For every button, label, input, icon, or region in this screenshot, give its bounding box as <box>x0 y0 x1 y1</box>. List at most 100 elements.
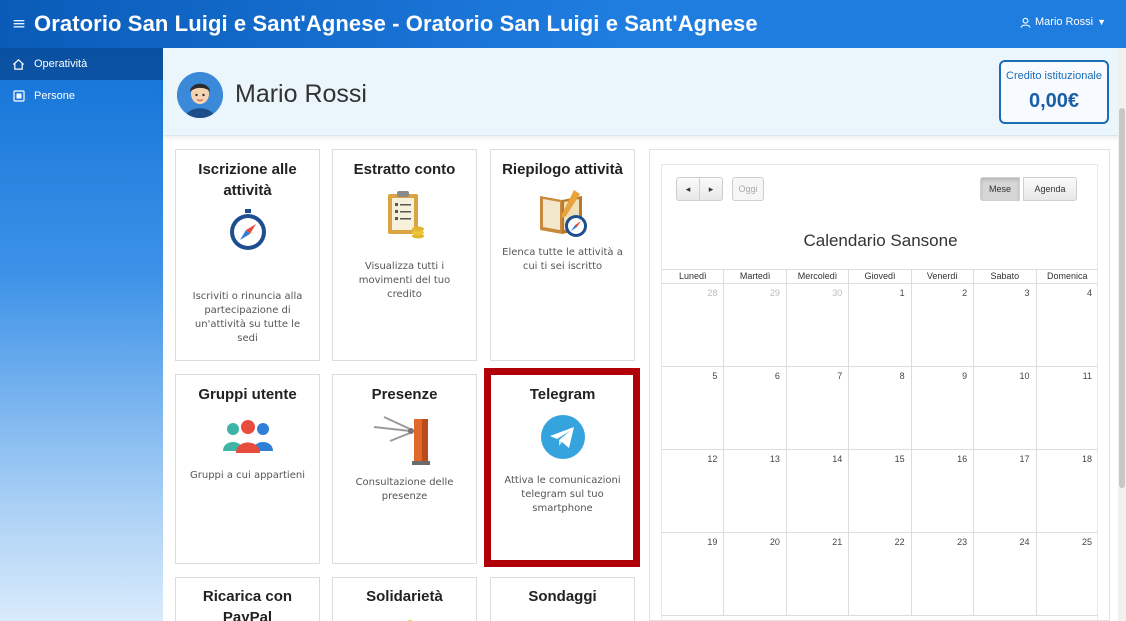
solidarity-icon <box>333 613 476 621</box>
calendar-week: 19 20 21 22 23 24 25 <box>662 533 1098 616</box>
sidebar-item-persone[interactable]: Persone <box>0 80 163 112</box>
weekday-label: Domenica <box>1035 270 1098 283</box>
tile-sondaggi[interactable]: Sondaggi <box>490 577 635 621</box>
tile-iscrizione[interactable]: Iscrizione alle attività Iscriviti o rin… <box>175 149 320 361</box>
tile-description: Consultazione delle presenze <box>355 477 454 502</box>
tile-title: Solidarietà <box>366 588 443 605</box>
clipboard-coins-icon <box>333 190 476 242</box>
menu-icon[interactable]: ≡ <box>0 14 34 34</box>
calendar-day[interactable]: 11 <box>1035 367 1098 449</box>
calendar-day[interactable]: 17 <box>973 450 1035 532</box>
user-icon <box>1020 17 1031 28</box>
caret-down-icon: ▼ <box>1097 17 1106 27</box>
compass-icon <box>176 209 319 251</box>
calendar-day[interactable]: 16 <box>910 450 973 532</box>
sidebar-item-operativita[interactable]: Operatività <box>0 48 163 80</box>
users-group-icon <box>176 417 319 455</box>
calendar-day[interactable]: 1 <box>848 284 910 366</box>
app-title: Oratorio San Luigi e Sant'Agnese - Orato… <box>34 11 758 36</box>
weekday-label: Sabato <box>973 270 1035 283</box>
month-view-button[interactable]: Mese <box>980 177 1020 201</box>
calendar-day[interactable]: 7 <box>785 367 848 449</box>
weekday-label: Venerdì <box>910 270 973 283</box>
calendar-day[interactable]: 12 <box>662 450 723 532</box>
tile-riepilogo[interactable]: Riepilogo attività Elenca tutte le attiv… <box>490 149 635 361</box>
calendar-day[interactable]: 23 <box>910 533 973 615</box>
user-menu-label: Mario Rossi <box>1035 16 1094 28</box>
tile-estratto-conto[interactable]: Estratto conto Visualizza tutti i movime… <box>332 149 477 361</box>
tile-description: Visualizza tutti i movimenti del tuo cre… <box>358 261 451 300</box>
tile-title: Presenze <box>371 386 438 403</box>
tile-title: Ricarica con PayPal <box>202 588 293 621</box>
calendar-day[interactable]: 29 <box>723 284 785 366</box>
tile-title: Gruppi utente <box>198 386 297 403</box>
calendar-day[interactable]: 10 <box>973 367 1035 449</box>
agenda-view-button[interactable]: Agenda <box>1023 177 1077 201</box>
calendar-day[interactable]: 13 <box>723 450 785 532</box>
tile-title: Riepilogo attività <box>502 161 623 178</box>
tile-telegram[interactable]: Telegram Attiva le comunicazioni telegra… <box>490 374 635 562</box>
calendar-day[interactable]: 8 <box>848 367 910 449</box>
tile-presenze[interactable]: Presenze Consultazione delle presenze <box>332 374 477 564</box>
calendar-panel: ◂ ▸ Oggi Mese Agenda Calendario Sansone … <box>649 149 1110 621</box>
calendar-day[interactable]: 4 <box>1035 284 1098 366</box>
calendar-day[interactable]: 15 <box>848 450 910 532</box>
calendar-day[interactable]: 20 <box>723 533 785 615</box>
calendar: ◂ ▸ Oggi Mese Agenda Calendario Sansone … <box>661 164 1098 621</box>
tile-ricarica-paypal[interactable]: Ricarica con PayPal <box>175 577 320 621</box>
calendar-day[interactable]: 14 <box>785 450 848 532</box>
user-menu[interactable]: Mario Rossi ▼ <box>1020 16 1106 28</box>
tile-title: Sondaggi <box>528 588 597 605</box>
weekday-header: Lunedì Martedì Mercoledì Giovedì Venerdì… <box>662 269 1098 284</box>
scrollbar[interactable] <box>1118 48 1126 621</box>
calendar-day[interactable]: 2 <box>910 284 973 366</box>
sidebar: Operatività Persone <box>0 48 163 621</box>
calendar-day[interactable]: 28 <box>662 284 723 366</box>
avatar <box>177 72 223 118</box>
weekday-label: Mercoledì <box>785 270 848 283</box>
tile-title: Telegram <box>529 386 596 403</box>
prev-month-button[interactable]: ◂ <box>676 177 700 201</box>
tile-gruppi-utente[interactable]: Gruppi utente Gruppi a cui appartieni <box>175 374 320 564</box>
tile-description: Gruppi a cui appartieni <box>190 470 305 481</box>
tile-title: Estratto conto <box>353 161 456 178</box>
tile-title: Iscrizione alle attività <box>198 161 297 199</box>
calendar-week: 5 6 7 8 9 10 11 <box>662 367 1098 450</box>
tile-description: Attiva le comunicazioni telegram sul tuo… <box>504 475 621 514</box>
scrollbar-thumb[interactable] <box>1119 108 1125 488</box>
calendar-day[interactable]: 30 <box>785 284 848 366</box>
weekday-label: Martedì <box>723 270 785 283</box>
weekday-label: Giovedì <box>848 270 910 283</box>
calendar-day[interactable]: 6 <box>723 367 785 449</box>
credit-box: Credito istituzionale 0,00€ <box>999 60 1109 124</box>
calendar-day[interactable]: 3 <box>973 284 1035 366</box>
id-card-icon <box>12 90 25 103</box>
profile-header: Mario Rossi Credito istituzionale 0,00€ <box>163 48 1126 136</box>
tile-description: Iscriviti o rinuncia alla partecipazione… <box>192 291 303 344</box>
calendar-day[interactable]: 18 <box>1035 450 1098 532</box>
calendar-title: Calendario Sansone <box>803 231 958 250</box>
calendar-week: 12 13 14 15 16 17 18 <box>662 450 1098 533</box>
today-button[interactable]: Oggi <box>732 177 764 201</box>
sidebar-item-label: Persone <box>34 90 75 102</box>
calendar-day[interactable]: 25 <box>1035 533 1098 615</box>
calendar-day[interactable]: 24 <box>973 533 1035 615</box>
credit-value: 0,00€ <box>1028 90 1080 112</box>
credit-label: Credito istituzionale <box>1006 70 1102 82</box>
weekday-label: Lunedì <box>678 271 707 281</box>
telegram-icon <box>491 414 634 460</box>
user-name: Mario Rossi <box>235 80 367 108</box>
next-month-button[interactable]: ▸ <box>699 177 723 201</box>
book-compass-icon <box>491 188 634 240</box>
calendar-day[interactable]: 5 <box>662 367 723 449</box>
calendar-grid: Lunedì Martedì Mercoledì Giovedì Venerdì… <box>662 269 1098 616</box>
calendar-day[interactable]: 9 <box>910 367 973 449</box>
tile-description: Elenca tutte le attività a cui ti sei is… <box>502 247 623 272</box>
calendar-day[interactable]: 21 <box>785 533 848 615</box>
calendar-day[interactable]: 22 <box>848 533 910 615</box>
calendar-day[interactable]: 19 <box>662 533 723 615</box>
top-bar: ≡ Oratorio San Luigi e Sant'Agnese - Ora… <box>0 0 1126 48</box>
calendar-week: 28 29 30 1 2 3 4 <box>662 284 1098 367</box>
turnstile-icon <box>333 411 476 467</box>
tile-solidarieta[interactable]: Solidarietà <box>332 577 477 621</box>
